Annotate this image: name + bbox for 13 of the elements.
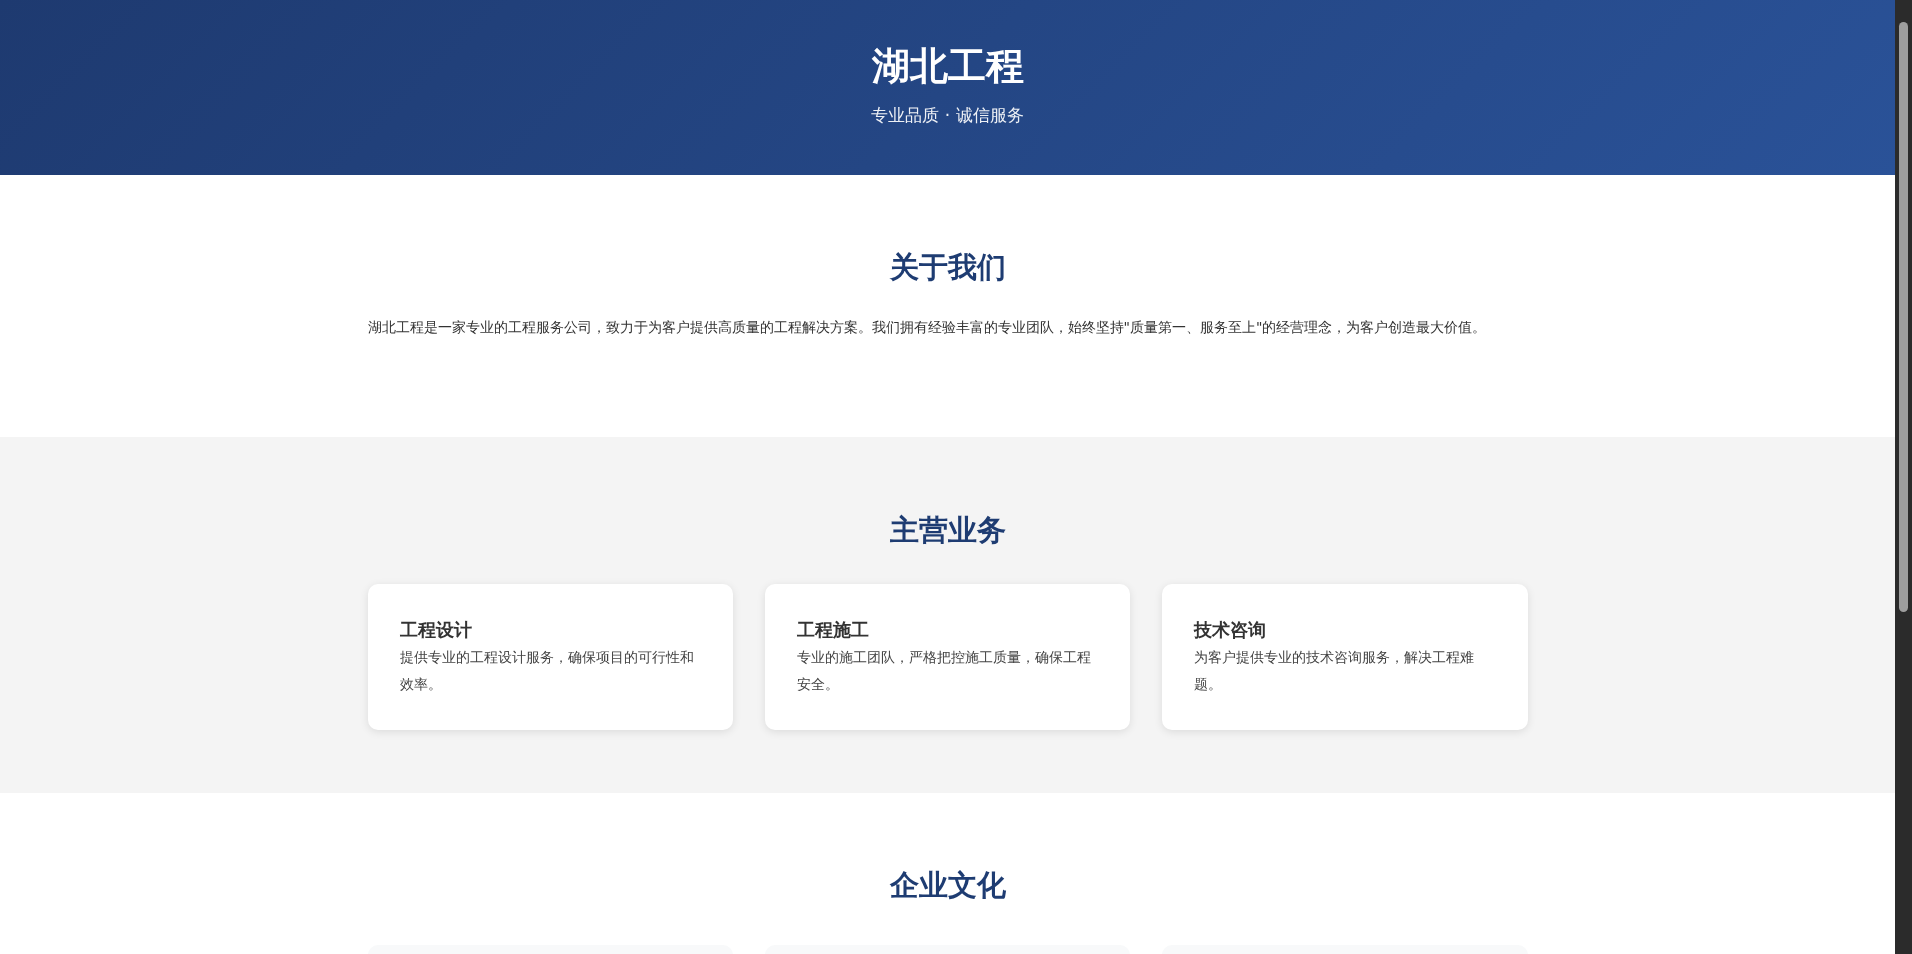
card-title: 工程设计 bbox=[399, 618, 473, 642]
about-paragraph: 湖北工程是一家专业的工程服务公司，致力于为客户提供高质量的工程解决方案。我们拥有经验丰富的专业团队，始终坚持"质量第一、服务至上"的经营理念，为客户创造最大价值。 bbox=[367, 318, 1488, 337]
site-title: 湖北工程 bbox=[870, 43, 1025, 90]
card-text: 为客户提供专业的技术咨询服务，解决工程难题。 bbox=[1194, 648, 1476, 694]
card-text: 提供专业的工程设计服务，确保项目的可行性和效率。 bbox=[399, 648, 695, 694]
card-text: 专业的施工团队，严格把控施工质量，确保工程安全。 bbox=[796, 648, 1092, 694]
card-title: 技术咨询 bbox=[1194, 618, 1268, 642]
section-title: 关于我们 bbox=[888, 249, 1007, 286]
section-title: 主营业务 bbox=[888, 512, 1007, 549]
section-title: 企业文化 bbox=[888, 867, 1007, 904]
site-subtitle: 专业品质 · 诚信服务 bbox=[870, 104, 1025, 127]
scrollbar[interactable] bbox=[1895, 0, 1912, 954]
card-title: 工程施工 bbox=[796, 618, 870, 642]
